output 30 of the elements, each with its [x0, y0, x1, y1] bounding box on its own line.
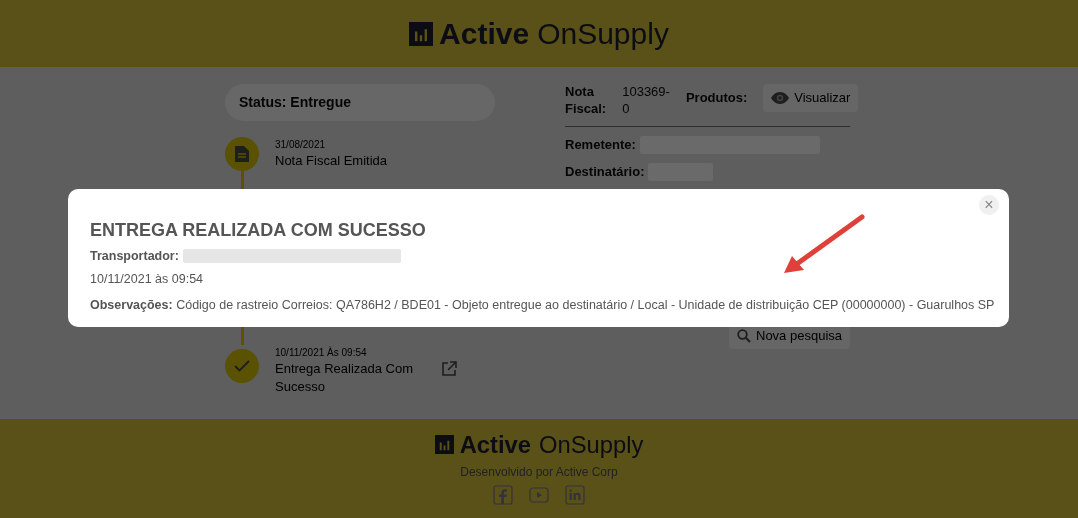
invoice-number: 103369-0: [622, 84, 670, 118]
party-label: Remetente:: [565, 135, 636, 154]
logo-text: OnSupply: [539, 433, 644, 457]
close-button[interactable]: ×: [979, 195, 999, 215]
open-link-icon[interactable]: [441, 361, 457, 377]
timeline-date: 31/08/2021: [275, 138, 327, 152]
eye-icon: [771, 91, 790, 104]
observations-text: Observações: Código de rastreio Correios: QA786H2 / BDE01 - Objeto entregue ao destinatário / Local - Unidade de distribuição CEP (00000000) - Guarulhos SP: [90, 296, 995, 313]
logo-text: Active: [459, 433, 531, 457]
products-label: Produtos:: [685, 89, 748, 107]
timeline-label: Entrega Realizada Com Sucesso: [275, 360, 415, 396]
logo-icon: [434, 435, 454, 455]
logo-icon: [409, 21, 434, 46]
modal-title: ENTREGA REALIZADA COM SUCESSO: [90, 219, 427, 242]
check-icon: [234, 360, 250, 372]
carrier-label: Transportador:: [90, 248, 179, 265]
logo-text: OnSupply: [537, 18, 669, 49]
search-icon: [737, 328, 751, 343]
document-icon: [235, 146, 249, 162]
party-label: Destinatário:: [565, 163, 645, 182]
timeline-date: 10/11/2021 Às 09:54: [275, 345, 368, 360]
facebook-icon[interactable]: [493, 484, 513, 505]
youtube-icon[interactable]: [529, 484, 549, 505]
timeline-label: Nota Fiscal Emitida: [275, 152, 388, 170]
linkedin-icon[interactable]: [565, 484, 585, 505]
delivery-datetime: 10/11/2021 às 09:54: [90, 271, 205, 288]
view-button[interactable]: Visualizar: [763, 84, 859, 112]
status-pill: Status: Entregue: [225, 84, 495, 121]
invoice-label: Nota Fiscal:: [565, 84, 607, 118]
logo-text: Active: [439, 18, 530, 49]
